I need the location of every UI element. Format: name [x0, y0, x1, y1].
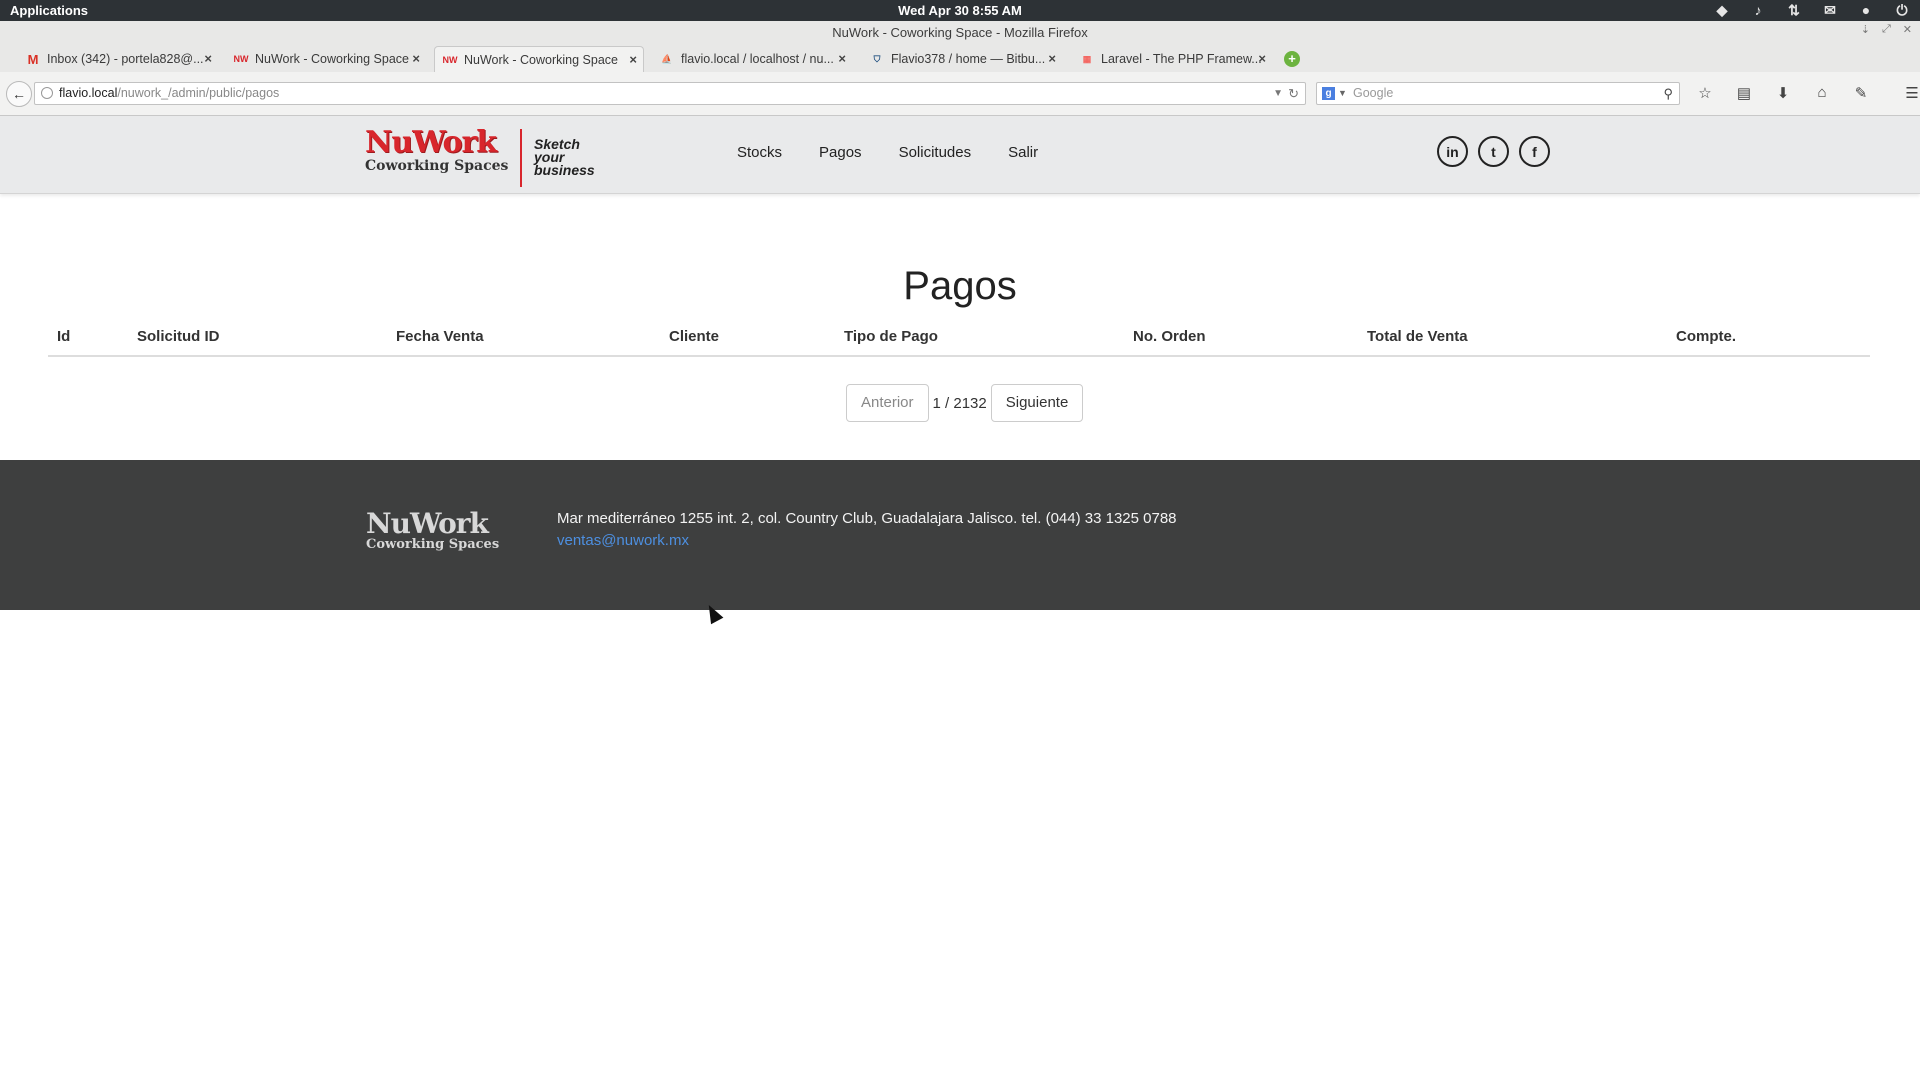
nuwork-favicon: NW: [233, 54, 249, 64]
previous-page-button[interactable]: Anterior: [846, 384, 929, 422]
google-engine-icon[interactable]: g: [1322, 87, 1335, 100]
logo-divider: [520, 129, 522, 187]
window-titlebar: NuWork - Coworking Space - Mozilla Firef…: [0, 21, 1920, 45]
power-icon[interactable]: ⏻: [1894, 2, 1910, 18]
tab-bitbucket[interactable]: ⛉ Flavio378 / home — Bitbu... ×: [862, 46, 1062, 72]
bitbucket-favicon: ⛉: [873, 53, 881, 64]
tab-label: Inbox (342) - portela828@...: [47, 52, 204, 66]
close-tab-icon[interactable]: ×: [1048, 51, 1056, 66]
page-title: Pagos: [903, 264, 1017, 308]
logo-subtitle: Coworking Spaces: [365, 158, 509, 174]
gmail-icon: M: [27, 51, 39, 67]
navigation-toolbar: ← flavio.local/nuwork_/admin/public/pago…: [0, 72, 1920, 116]
user-icon[interactable]: ●: [1858, 2, 1874, 18]
tab-gmail[interactable]: M Inbox (342) - portela828@... ×: [18, 46, 218, 72]
reload-icon[interactable]: ↻: [1288, 83, 1299, 104]
tab-strip: M Inbox (342) - portela828@... × NW NuWo…: [0, 45, 1920, 72]
dropbox-icon[interactable]: ◆: [1714, 2, 1730, 18]
linkedin-icon[interactable]: in: [1437, 136, 1468, 167]
web-page: NuWork Coworking Spaces Sketch your busi…: [0, 116, 1920, 1080]
tab-label: Laravel - The PHP Framew...: [1101, 52, 1262, 66]
footer-logo-brand: NuWork: [366, 507, 489, 540]
footer-address: Mar mediterráneo 1255 int. 2, col. Count…: [557, 510, 1177, 527]
column-header[interactable]: Solicitud ID: [137, 328, 220, 345]
column-header[interactable]: Cliente: [669, 328, 719, 345]
column-header[interactable]: No. Orden: [1133, 328, 1206, 345]
footer-logo-subtitle: Coworking Spaces: [366, 537, 500, 552]
new-tab-icon[interactable]: +: [1284, 51, 1300, 67]
footer-logo: NuWork Coworking Spaces: [366, 510, 499, 552]
column-header[interactable]: Total de Venta: [1367, 328, 1468, 345]
search-placeholder: Google: [1353, 86, 1394, 100]
downloads-icon[interactable]: ⬇: [1772, 84, 1794, 102]
tab-label: flavio.local / localhost / nu...: [681, 52, 834, 66]
close-tab-icon[interactable]: ×: [412, 51, 420, 66]
nav-salir[interactable]: Salir: [1008, 144, 1038, 161]
site-header: NuWork Coworking Spaces Sketch your busi…: [0, 116, 1920, 194]
laravel-favicon: ▦: [1082, 53, 1092, 64]
search-bar[interactable]: g ▼ Google ⚲: [1316, 82, 1680, 105]
toolbar-icons: ☆ ▤ ⬇ ⌂ ✎ ☰: [1694, 84, 1920, 102]
tab-label: NuWork - Coworking Space: [255, 52, 409, 66]
site-identity-icon[interactable]: [41, 87, 53, 99]
next-page-button[interactable]: Siguiente: [990, 384, 1084, 422]
window-title: NuWork - Coworking Space - Mozilla Firef…: [832, 25, 1088, 40]
tab-nuwork-active[interactable]: NW NuWork - Coworking Space ×: [434, 46, 644, 72]
back-button[interactable]: ←: [6, 81, 32, 107]
close-tab-icon[interactable]: ×: [838, 51, 846, 66]
footer-email-link[interactable]: ventas@nuwork.mx: [557, 532, 689, 549]
minimize-icon[interactable]: ⇣: [1861, 23, 1870, 36]
twitter-icon[interactable]: t: [1478, 136, 1509, 167]
window-controls: ⇣ ⤢ ✕: [1861, 23, 1912, 36]
site-logo[interactable]: NuWork Coworking Spaces: [365, 125, 509, 175]
nav-stocks[interactable]: Stocks: [737, 144, 782, 161]
clock[interactable]: Wed Apr 30 8:55 AM: [0, 3, 1920, 18]
search-icon[interactable]: ⚲: [1663, 83, 1673, 104]
system-tray: ◆ ♪ ⇅ ✉ ● ⏻: [1714, 2, 1910, 18]
menu-icon[interactable]: ☰: [1901, 84, 1920, 102]
column-header[interactable]: Id: [57, 328, 70, 345]
tab-label: NuWork - Coworking Space: [464, 52, 618, 67]
page-count: 1 / 2132: [932, 394, 987, 412]
logo-brand: NuWork: [365, 125, 497, 160]
tagline-line: business: [534, 162, 595, 178]
close-window-icon[interactable]: ✕: [1903, 23, 1912, 36]
volume-icon[interactable]: ♪: [1750, 2, 1766, 18]
column-header[interactable]: Fecha Venta: [396, 328, 484, 345]
column-header[interactable]: Compte.: [1676, 328, 1736, 345]
reading-list-icon[interactable]: ▤: [1733, 84, 1755, 102]
facebook-icon[interactable]: f: [1519, 136, 1550, 167]
close-tab-icon[interactable]: ×: [204, 51, 212, 66]
engine-dropdown-icon[interactable]: ▼: [1338, 83, 1347, 104]
pagos-table-header: Id Solicitud ID Fecha Venta Cliente Tipo…: [48, 321, 1870, 357]
phpmyadmin-favicon: ⛵: [661, 53, 673, 64]
nav-solicitudes[interactable]: Solicitudes: [899, 144, 972, 161]
close-tab-icon[interactable]: ×: [1258, 51, 1266, 66]
url-path: /nuwork_/admin/public/pagos: [117, 86, 280, 100]
main-nav: Stocks Pagos Solicitudes Salir: [737, 144, 1038, 161]
pagination: Anterior 1 / 2132 Siguiente: [846, 384, 1084, 422]
tab-nuwork-1[interactable]: NW NuWork - Coworking Space ×: [226, 46, 426, 72]
extension-icon[interactable]: ✎: [1850, 84, 1872, 102]
history-dropdown-icon[interactable]: ▼: [1273, 83, 1283, 104]
tab-label: Flavio378 / home — Bitbu...: [891, 52, 1046, 66]
tab-laravel[interactable]: ▦ Laravel - The PHP Framew... ×: [1072, 46, 1272, 72]
tagline: Sketch your business: [534, 137, 595, 178]
site-footer: NuWork Coworking Spaces Mar mediterráneo…: [0, 460, 1920, 610]
social-links: in t f: [1437, 136, 1550, 167]
column-header[interactable]: Tipo de Pago: [844, 328, 938, 345]
mail-icon[interactable]: ✉: [1822, 2, 1838, 18]
url-bar[interactable]: flavio.local/nuwork_/admin/public/pagos …: [34, 82, 1306, 105]
network-icon[interactable]: ⇅: [1786, 2, 1802, 18]
home-icon[interactable]: ⌂: [1811, 84, 1833, 102]
bookmark-star-icon[interactable]: ☆: [1694, 84, 1716, 102]
url-host: flavio.local: [59, 86, 118, 100]
maximize-icon[interactable]: ⤢: [1882, 23, 1891, 36]
tab-phpmyadmin[interactable]: ⛵ flavio.local / localhost / nu... ×: [652, 46, 852, 72]
back-arrow-icon: ←: [12, 86, 26, 102]
os-top-panel: Applications Wed Apr 30 8:55 AM ◆ ♪ ⇅ ✉ …: [0, 0, 1920, 21]
nuwork-favicon: NW: [442, 54, 458, 65]
close-tab-icon[interactable]: ×: [629, 52, 637, 67]
nav-pagos[interactable]: Pagos: [819, 144, 862, 161]
